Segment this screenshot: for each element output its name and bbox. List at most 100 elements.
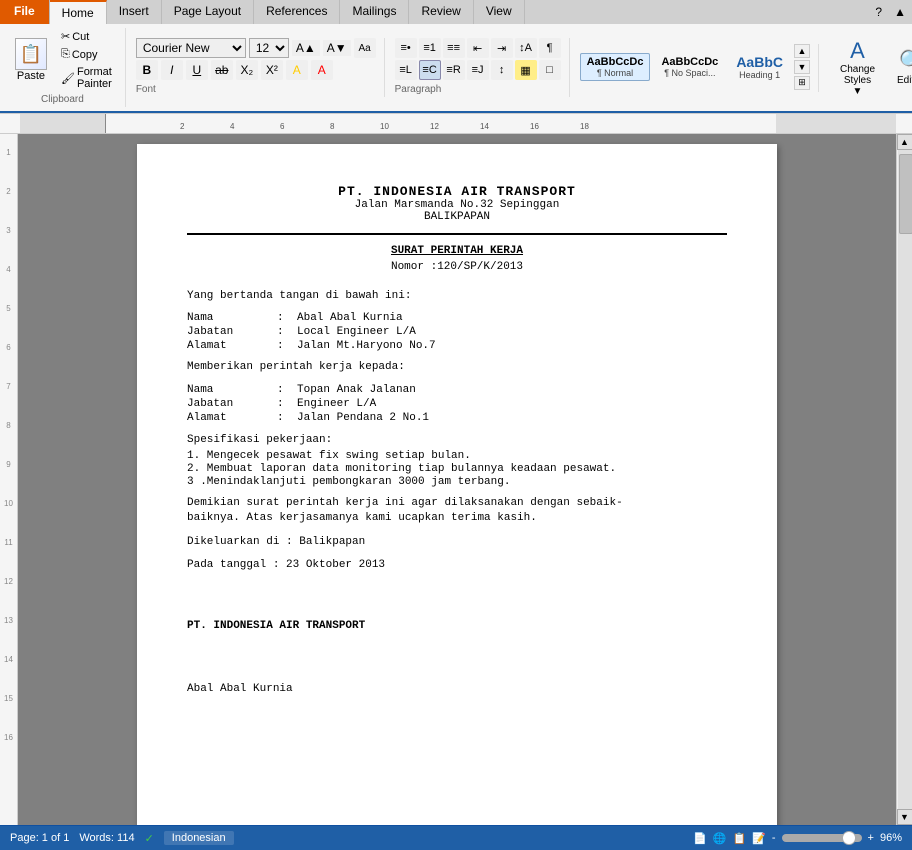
copy-button[interactable]: ⎘ Copy bbox=[56, 46, 117, 63]
tab-mailings[interactable]: Mailings bbox=[340, 0, 409, 24]
tab-file[interactable]: File bbox=[0, 0, 50, 24]
zoom-slider[interactable] bbox=[782, 834, 862, 842]
bold-button[interactable]: B bbox=[136, 60, 158, 80]
tab-references[interactable]: References bbox=[254, 0, 340, 24]
zoom-in-button[interactable]: + bbox=[868, 832, 874, 844]
style-heading1[interactable]: AaBbC Heading 1 bbox=[729, 51, 790, 83]
bullets-button[interactable]: ≡• bbox=[395, 38, 417, 58]
alamat-label-2: Alamat bbox=[187, 412, 277, 424]
font-size-select[interactable]: 12 bbox=[249, 38, 289, 58]
nama-label-1: Nama bbox=[187, 312, 277, 324]
editing-button[interactable]: 🔍 Editing bbox=[890, 46, 912, 89]
style-h1-label: Heading 1 bbox=[739, 70, 780, 80]
signature-space bbox=[187, 643, 727, 683]
styles-expand[interactable]: ⊞ bbox=[794, 76, 810, 90]
company-city: BALIKPAPAN bbox=[187, 211, 727, 223]
word-count: Words: 114 bbox=[79, 832, 134, 844]
language-selector[interactable]: Indonesian bbox=[164, 831, 234, 845]
minimize-ribbon-button[interactable]: ▲ bbox=[888, 0, 912, 24]
style-no-spacing[interactable]: AaBbCcDc ¶ No Spaci... bbox=[654, 53, 725, 81]
change-styles-button[interactable]: A ChangeStyles ▼ bbox=[833, 35, 882, 100]
vertical-scrollbar[interactable]: ▲ ▼ bbox=[896, 134, 912, 825]
tab-insert[interactable]: Insert bbox=[107, 0, 162, 24]
paste-label: Paste bbox=[17, 70, 45, 82]
person2-section: Nama : Topan Anak Jalanan Jabatan : Engi… bbox=[187, 384, 727, 424]
italic-button[interactable]: I bbox=[161, 60, 183, 80]
editing-label: Editing bbox=[897, 75, 912, 86]
underline-button[interactable]: U bbox=[186, 60, 208, 80]
alamat-label-1: Alamat bbox=[187, 340, 277, 352]
format-painter-button[interactable]: 🖌 Format Painter bbox=[56, 64, 117, 92]
show-marks-button[interactable]: ¶ bbox=[539, 38, 561, 58]
item-2: 2. Membuat laporan data monitoring tiap … bbox=[187, 463, 727, 475]
font-group: Courier New 12 A▲ A▼ Aa B I U ab X₂ X² A… bbox=[132, 38, 385, 97]
line-spacing-button[interactable]: ↕ bbox=[491, 60, 513, 80]
scroll-track bbox=[898, 150, 912, 809]
tab-home[interactable]: Home bbox=[50, 0, 107, 24]
increase-indent-button[interactable]: ⇥ bbox=[491, 38, 513, 58]
strikethrough-button[interactable]: ab bbox=[211, 60, 233, 80]
action-group: A ChangeStyles ▼ 🔍 Editing bbox=[825, 35, 912, 100]
page-info: Page: 1 of 1 bbox=[10, 832, 69, 844]
shading-button[interactable]: ▦ bbox=[515, 60, 537, 80]
person1-jabatan: Local Engineer L/A bbox=[297, 326, 727, 338]
ribbon: File Home Insert Page Layout References … bbox=[0, 0, 912, 114]
status-bar: Page: 1 of 1 Words: 114 ✓ Indonesian 📄 🌐… bbox=[0, 825, 912, 850]
para-row2: ≡L ≡C ≡R ≡J ↕ ▦ □ bbox=[395, 60, 561, 80]
intro-text: Yang bertanda tangan di bawah ini: bbox=[187, 289, 727, 304]
scroll-thumb[interactable] bbox=[899, 154, 912, 234]
paste-icon: 📋 bbox=[15, 38, 47, 70]
view-draft-icon[interactable]: 📝 bbox=[752, 832, 766, 845]
styles-scroll-down[interactable]: ▼ bbox=[794, 60, 810, 74]
font-family-select[interactable]: Courier New bbox=[136, 38, 246, 58]
zoom-out-button[interactable]: - bbox=[772, 832, 776, 844]
subscript-button[interactable]: X₂ bbox=[236, 60, 258, 80]
scroll-up-arrow[interactable]: ▲ bbox=[897, 134, 912, 150]
view-web-icon[interactable]: 🌐 bbox=[713, 832, 727, 845]
tanggal-text: Pada tanggal : 23 Oktober 2013 bbox=[187, 558, 727, 573]
cut-button[interactable]: ✂ Cut bbox=[56, 28, 117, 45]
paste-button[interactable]: 📋 Paste bbox=[8, 35, 54, 85]
language-label: Indonesian bbox=[172, 832, 226, 844]
document-scroll[interactable]: PT. INDONESIA AIR TRANSPORT Jalan Marsma… bbox=[18, 134, 896, 825]
style-normal[interactable]: AaBbCcDc ¶ Normal bbox=[580, 53, 651, 81]
tab-page-layout[interactable]: Page Layout bbox=[162, 0, 254, 24]
ruler: 2 4 6 8 10 12 14 16 18 bbox=[0, 114, 912, 134]
superscript-button[interactable]: X² bbox=[261, 60, 283, 80]
shrink-font-button[interactable]: A▼ bbox=[323, 40, 351, 56]
person1-alamat-row: Alamat : Jalan Mt.Haryono No.7 bbox=[187, 340, 727, 352]
para-row1: ≡• ≡1 ≡≡ ⇤ ⇥ ↕A ¶ bbox=[395, 38, 561, 58]
tab-view[interactable]: View bbox=[474, 0, 525, 24]
clipboard-sub: ✂ Cut ⎘ Copy 🖌 Format Painter bbox=[56, 28, 117, 92]
align-center-button[interactable]: ≡C bbox=[419, 60, 441, 80]
clear-format-button[interactable]: Aa bbox=[354, 38, 376, 58]
document-page: PT. INDONESIA AIR TRANSPORT Jalan Marsma… bbox=[137, 144, 777, 825]
scroll-down-arrow[interactable]: ▼ bbox=[897, 809, 912, 825]
person1-alamat: Jalan Mt.Haryono No.7 bbox=[297, 340, 727, 352]
view-print-icon[interactable]: 📄 bbox=[693, 832, 707, 845]
borders-button[interactable]: □ bbox=[539, 60, 561, 80]
text-highlight-button[interactable]: A bbox=[286, 60, 308, 80]
surat-title: SURAT PERINTAH KERJA bbox=[187, 245, 727, 257]
grow-font-button[interactable]: A▲ bbox=[292, 40, 320, 56]
decrease-indent-button[interactable]: ⇤ bbox=[467, 38, 489, 58]
styles-scroll-up[interactable]: ▲ bbox=[794, 44, 810, 58]
view-outline-icon[interactable]: 📋 bbox=[732, 832, 746, 845]
item-3: 3 .Menindaklanjuti pembongkaran 3000 jam… bbox=[187, 476, 727, 488]
spell-check-indicator[interactable]: ✓ bbox=[145, 832, 154, 845]
paragraph-label: Paragraph bbox=[395, 84, 561, 95]
help-button[interactable]: ? bbox=[869, 0, 888, 24]
person2-nama-row: Nama : Topan Anak Jalanan bbox=[187, 384, 727, 396]
company-name: PT. INDONESIA AIR TRANSPORT bbox=[187, 184, 727, 199]
multilevel-button[interactable]: ≡≡ bbox=[443, 38, 465, 58]
signer-name-placeholder: Abal Abal Kurnia bbox=[187, 683, 727, 695]
person2-jabatan-row: Jabatan : Engineer L/A bbox=[187, 398, 727, 410]
sort-button[interactable]: ↕A bbox=[515, 38, 537, 58]
dikeluarkan-text: Dikeluarkan di : Balikpapan bbox=[187, 535, 727, 550]
numbering-button[interactable]: ≡1 bbox=[419, 38, 441, 58]
tab-review[interactable]: Review bbox=[409, 0, 473, 24]
font-color-button[interactable]: A bbox=[311, 60, 333, 80]
justify-button[interactable]: ≡J bbox=[467, 60, 489, 80]
align-left-button[interactable]: ≡L bbox=[395, 60, 417, 80]
align-right-button[interactable]: ≡R bbox=[443, 60, 465, 80]
